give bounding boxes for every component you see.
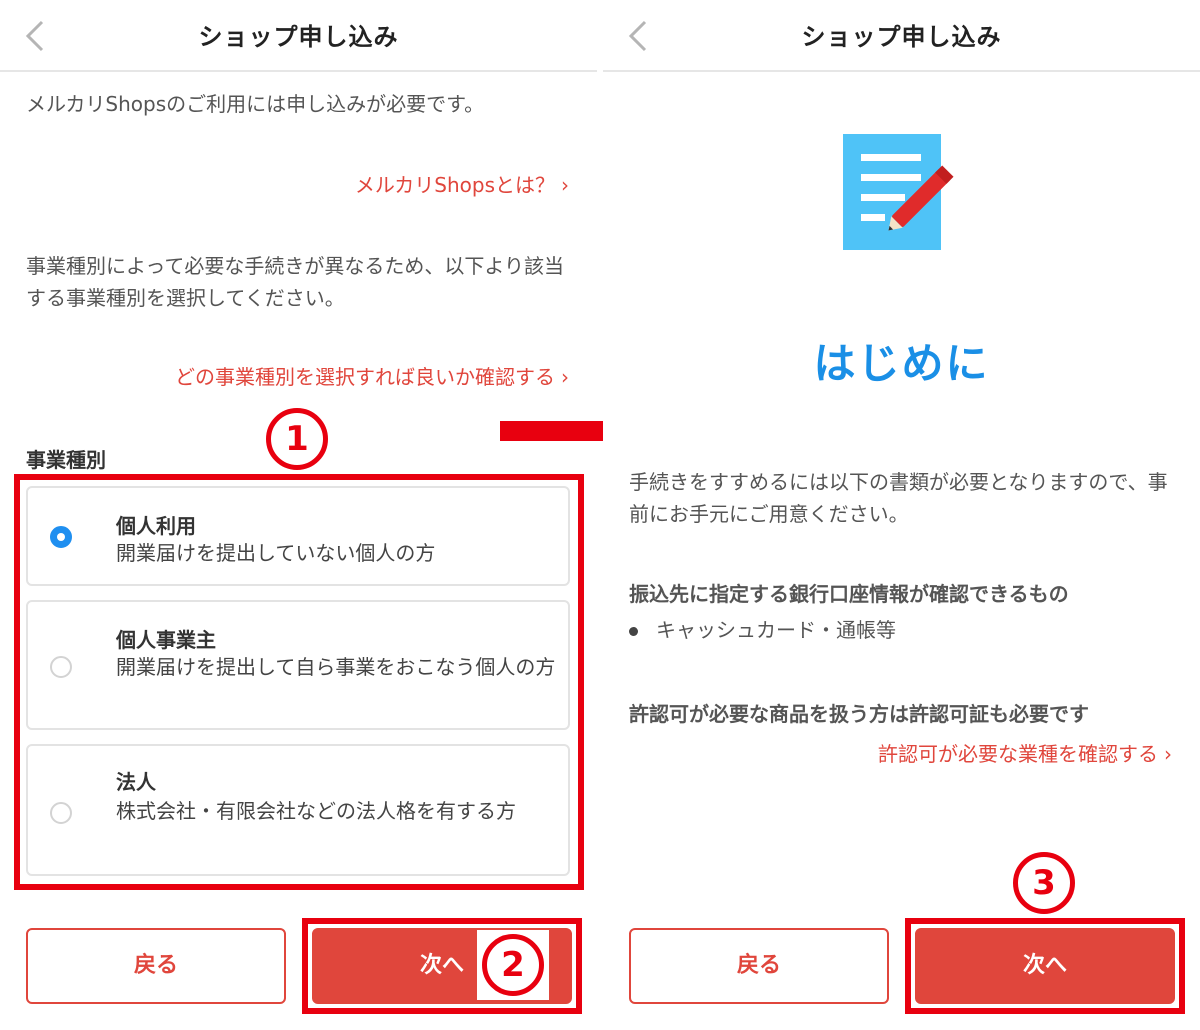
highlight-frame-next [905, 918, 1185, 1014]
which-type-link-label: どの事業種別を選択すれば良いか確認する [175, 365, 555, 389]
permit-link[interactable]: 許認可が必要な業種を確認する › [878, 740, 1172, 768]
chevron-right-icon: › [561, 173, 569, 197]
highlight-frame-options [14, 474, 584, 890]
description-text: 事業種別によって必要な手続きが異なるため、以下より該当する事業種別を選択してくだ… [26, 254, 564, 310]
chevron-right-icon: › [561, 365, 569, 389]
intro-text: メルカリShopsのご利用には申し込みが必要です。 [26, 92, 485, 116]
right-header: ショップ申し込み [603, 0, 1200, 72]
back-button[interactable]: 戻る [26, 928, 286, 1004]
right-intro-text: 手続きをすすめるには以下の書類が必要となりますので、事前にお手元にご用意ください… [629, 470, 1168, 526]
back-button[interactable]: 戻る [629, 928, 889, 1004]
left-screen: ショップ申し込み メルカリShopsのご利用には申し込みが必要です。 メルカリS… [0, 0, 597, 1030]
section-label: 事業種別 [26, 448, 106, 472]
right-screen: ショップ申し込み はじめに 手続きをすすめるには以下の書類が必要となりますので、… [603, 0, 1200, 1030]
bank-item-label: キャッシュカード・通帳等 [656, 618, 896, 642]
bank-title: 振込先に指定する銀行口座情報が確認できるもの [629, 582, 1069, 606]
bank-item: キャッシュカード・通帳等 [629, 614, 896, 646]
highlight-frame-next [302, 918, 582, 1014]
left-header: ショップ申し込み [0, 0, 597, 72]
page-title: ショップ申し込み [801, 23, 1002, 51]
page-title: ショップ申し込み [198, 23, 399, 51]
step-marker-3: 3 [1013, 852, 1075, 914]
which-type-link[interactable]: どの事業種別を選択すれば良いか確認する › [175, 363, 569, 391]
bullet-icon [629, 627, 638, 636]
chevron-right-icon: › [1164, 742, 1172, 766]
permit-link-label: 許認可が必要な業種を確認する [878, 742, 1158, 766]
about-shops-link-label: メルカリShopsとは？ [354, 173, 555, 197]
document-pencil-icon [843, 134, 954, 250]
heading: はじめに [813, 339, 990, 388]
permit-title: 許認可が必要な商品を扱う方は許認可証も必要です [629, 702, 1089, 726]
step-marker-1: 1 [266, 408, 328, 470]
about-shops-link[interactable]: メルカリShopsとは？ › [355, 171, 569, 199]
